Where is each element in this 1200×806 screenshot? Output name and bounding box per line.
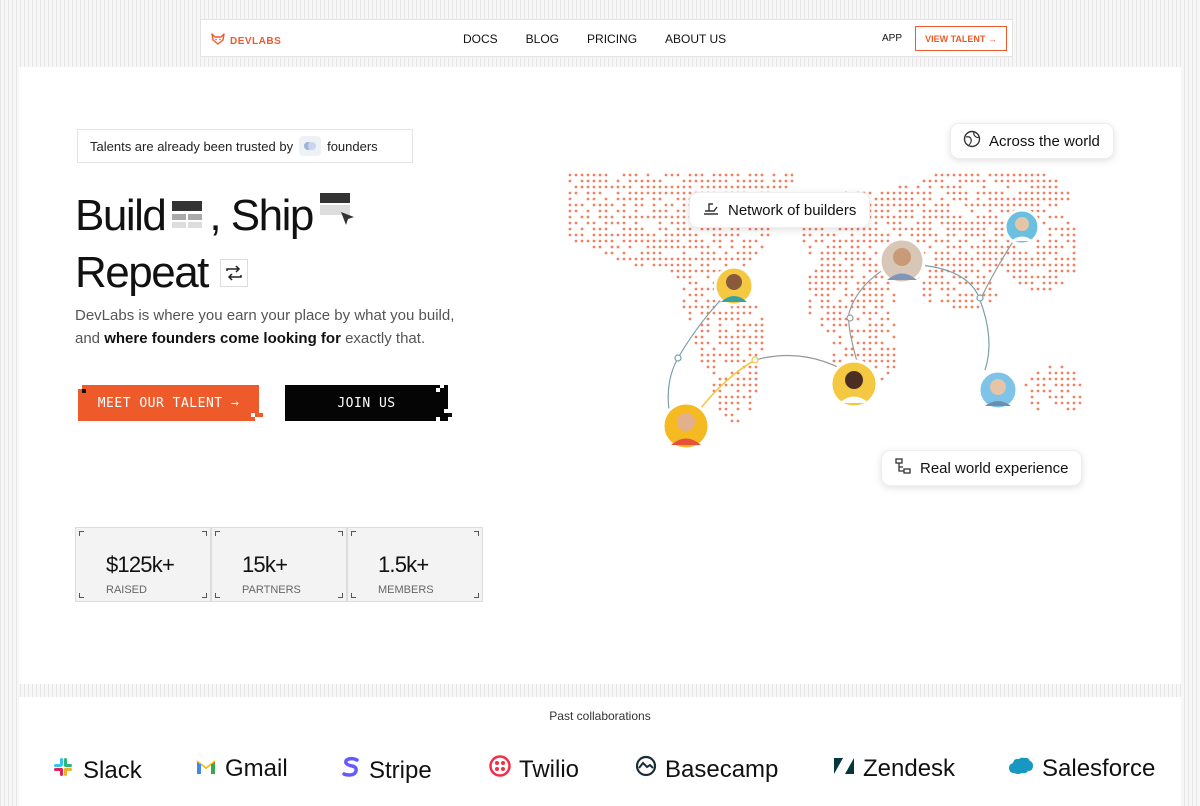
connection-nodes bbox=[674, 294, 984, 364]
pixel-decoration bbox=[251, 413, 255, 417]
hero-subtitle-bold: where founders come looking for bbox=[104, 330, 341, 347]
repeat-icon bbox=[219, 248, 248, 298]
pixel-decoration bbox=[440, 384, 444, 388]
basecamp-icon bbox=[635, 755, 657, 784]
past-collaborations-section: Past collaborations Slack Gmail Stripe T… bbox=[19, 697, 1181, 806]
trust-badge: Talents are already been trusted by foun… bbox=[77, 129, 413, 163]
brand-zendesk: Zendesk bbox=[833, 755, 955, 783]
world-map-illustration bbox=[568, 173, 1082, 451]
chip-label: Across the world bbox=[989, 132, 1100, 150]
brand-salesforce: Salesforce bbox=[1008, 755, 1155, 783]
hero-word-repeat: Repeat bbox=[75, 248, 209, 297]
avatar-builder-6[interactable] bbox=[977, 369, 1019, 411]
pixel-decoration bbox=[82, 389, 86, 393]
hero-heading-line-2: Repeat bbox=[75, 248, 254, 298]
nav-link-blog[interactable]: BLOG bbox=[526, 32, 559, 46]
brand-name: Salesforce bbox=[1042, 755, 1156, 782]
chip-label: Real world experience bbox=[920, 459, 1069, 477]
hero-subtitle: DevLabs is where you earn your place by … bbox=[75, 304, 465, 350]
brand-basecamp: Basecamp bbox=[635, 755, 778, 784]
stat-label: RAISED bbox=[106, 584, 147, 596]
fox-icon bbox=[211, 32, 225, 50]
brand-name: Gmail bbox=[225, 755, 288, 782]
brand-name: Basecamp bbox=[665, 755, 779, 783]
top-navbar: DEVLABS DOCS BLOG PRICING ABOUT US APP V… bbox=[200, 19, 1013, 57]
stat-card-partners: 15k+ PARTNERS bbox=[211, 527, 347, 602]
founders-avatar-icon bbox=[299, 136, 322, 156]
avatar-builder-5[interactable] bbox=[661, 401, 711, 451]
pixel-decoration bbox=[259, 413, 263, 417]
stat-label: PARTNERS bbox=[242, 584, 301, 596]
logo[interactable]: DEVLABS bbox=[211, 32, 281, 50]
zendesk-icon bbox=[833, 755, 855, 783]
trust-prefix: Talents are already been trusted by bbox=[90, 138, 294, 154]
twilio-icon bbox=[489, 755, 511, 784]
stripe-icon bbox=[341, 755, 361, 786]
globe-icon bbox=[963, 130, 981, 152]
pixel-decoration bbox=[448, 413, 452, 417]
cursor-window-icon bbox=[319, 190, 357, 241]
trust-suffix: founders bbox=[327, 138, 378, 154]
chip-across-the-world: Across the world bbox=[950, 123, 1114, 159]
hero-word-build: Build bbox=[75, 190, 167, 240]
join-us-button[interactable]: JOIN US bbox=[285, 385, 448, 421]
chip-label: Network of builders bbox=[728, 201, 857, 219]
nav-link-docs[interactable]: DOCS bbox=[463, 32, 498, 46]
nav-links: DOCS BLOG PRICING ABOUT US bbox=[463, 32, 726, 46]
nav-link-app[interactable]: APP bbox=[882, 33, 902, 44]
brand-name: Slack bbox=[83, 756, 142, 784]
brand-gmail: Gmail bbox=[195, 755, 288, 783]
avatar-builder-2[interactable] bbox=[878, 237, 926, 285]
salesforce-icon bbox=[1008, 755, 1034, 783]
view-talent-button[interactable]: VIEW TALENT → bbox=[915, 26, 1007, 51]
logo-text: DEVLABS bbox=[230, 35, 282, 47]
builder-icon bbox=[702, 199, 720, 221]
pixel-decoration bbox=[436, 388, 440, 392]
stat-value: $125k+ bbox=[106, 552, 175, 577]
chip-real-world-experience: Real world experience bbox=[881, 450, 1083, 486]
brand-name: Twilio bbox=[519, 755, 580, 783]
avatar-builder-1[interactable] bbox=[713, 265, 755, 307]
stat-value: 15k+ bbox=[242, 552, 288, 577]
brand-twilio: Twilio bbox=[489, 755, 579, 784]
stat-label: MEMBERS bbox=[378, 584, 434, 596]
collab-title: Past collaborations bbox=[549, 709, 651, 723]
avatar-builder-4[interactable] bbox=[829, 359, 879, 409]
stats-row: $125k+ RAISED 15k+ PARTNERS 1.5k+ MEMBER… bbox=[75, 527, 483, 602]
brand-name: Zendesk bbox=[863, 755, 956, 782]
stat-card-raised: $125k+ RAISED bbox=[75, 527, 211, 602]
pixel-decoration bbox=[255, 417, 259, 421]
nav-link-about-us[interactable]: ABOUT US bbox=[665, 32, 726, 46]
brand-stripe: Stripe bbox=[341, 755, 432, 786]
meet-our-talent-button[interactable]: MEET OUR TALENT → bbox=[78, 385, 259, 421]
brand-slack: Slack bbox=[51, 755, 142, 786]
chip-network-of-builders: Network of builders bbox=[689, 192, 871, 228]
gmail-icon bbox=[195, 755, 217, 783]
workflow-icon bbox=[894, 457, 912, 479]
stat-value: 1.5k+ bbox=[378, 552, 429, 577]
hero-subtitle-part-2: exactly that. bbox=[340, 330, 426, 347]
hero-heading-line-1: Build , Ship bbox=[75, 190, 363, 241]
nav-link-pricing[interactable]: PRICING bbox=[587, 32, 637, 46]
slack-icon bbox=[51, 755, 75, 786]
pixel-decoration bbox=[436, 417, 440, 421]
hero-word-ship: , Ship bbox=[209, 190, 314, 240]
avatar-builder-3[interactable] bbox=[1003, 208, 1041, 246]
layout-blocks-icon bbox=[171, 191, 203, 241]
stat-card-members: 1.5k+ MEMBERS bbox=[347, 527, 483, 602]
brand-name: Stripe bbox=[369, 756, 432, 784]
